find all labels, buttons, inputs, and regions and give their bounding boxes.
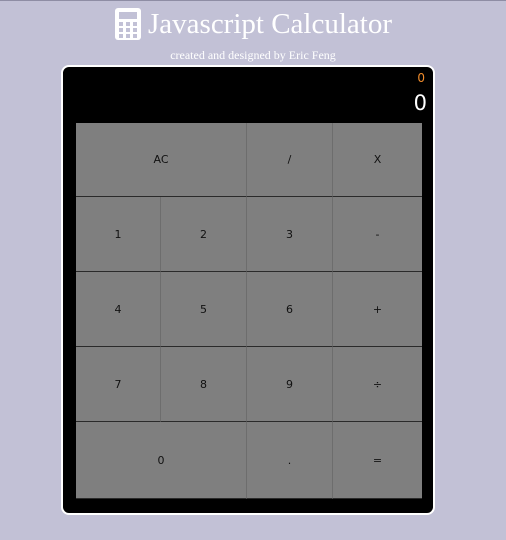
divide-button[interactable]: / bbox=[247, 123, 333, 197]
top-divider bbox=[0, 0, 506, 1]
four-button[interactable]: 4 bbox=[76, 272, 161, 347]
page-header: Javascript Calculator bbox=[0, 4, 506, 44]
three-button[interactable]: 3 bbox=[247, 197, 333, 272]
page-title: Javascript Calculator bbox=[148, 8, 392, 40]
six-button[interactable]: 6 bbox=[247, 272, 333, 347]
divide-alt-button[interactable]: ÷ bbox=[333, 347, 422, 422]
keypad: AC / X 1 2 3 - 4 5 6 + 7 8 9 ÷ 0 . = bbox=[76, 123, 422, 499]
zero-button[interactable]: 0 bbox=[76, 422, 247, 499]
decimal-button[interactable]: . bbox=[247, 422, 333, 499]
equals-button[interactable]: = bbox=[333, 422, 422, 499]
add-button[interactable]: + bbox=[333, 272, 422, 347]
subtract-button[interactable]: - bbox=[333, 197, 422, 272]
eight-button[interactable]: 8 bbox=[161, 347, 247, 422]
multiply-button[interactable]: X bbox=[333, 123, 422, 197]
two-button[interactable]: 2 bbox=[161, 197, 247, 272]
clear-button[interactable]: AC bbox=[76, 123, 247, 197]
calculator-icon bbox=[115, 8, 141, 40]
output-display: 0 bbox=[413, 91, 427, 115]
nine-button[interactable]: 9 bbox=[247, 347, 333, 422]
calculator: 0 0 AC / X 1 2 3 - 4 5 6 + 7 8 9 ÷ 0 . = bbox=[61, 65, 435, 515]
seven-button[interactable]: 7 bbox=[76, 347, 161, 422]
formula-display: 0 bbox=[417, 71, 425, 85]
five-button[interactable]: 5 bbox=[161, 272, 247, 347]
one-button[interactable]: 1 bbox=[76, 197, 161, 272]
page-subtitle: created and designed by Eric Feng bbox=[170, 48, 336, 62]
